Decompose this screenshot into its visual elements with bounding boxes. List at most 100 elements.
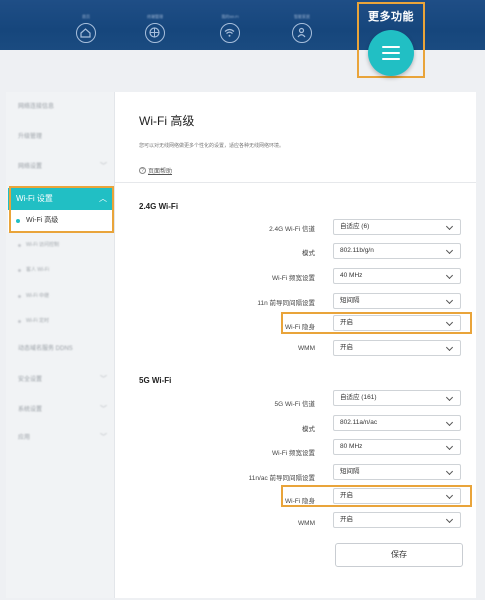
dot-icon: [18, 295, 21, 298]
chevron-down-icon: ﹀: [100, 406, 107, 413]
nav-item-wifi[interactable]: 我的Wi-Fi: [200, 0, 260, 50]
more-functions-button[interactable]: 更多功能: [357, 2, 425, 78]
sidebar-item-label: 应用: [18, 435, 31, 441]
nav-label: 我的Wi-Fi: [221, 14, 239, 19]
page-description: 您可以对无线网络做更多个性化的设置，适应各种无线网络环境。: [139, 143, 285, 149]
sidebar-item-label: 客人 Wi-Fi: [26, 267, 50, 273]
select-24g-guard-interval[interactable]: 短间隔: [333, 293, 461, 309]
chevron-down-icon: [445, 515, 454, 524]
help-icon: ?: [139, 167, 146, 174]
sidebar-item-connection-info[interactable]: 网络连接信息: [6, 94, 115, 120]
home-icon: [76, 23, 96, 43]
help-link-text: 页面帮助: [148, 169, 173, 175]
sidebar-item-security[interactable]: 安全设置 ﹀: [6, 367, 115, 393]
chevron-down-icon: [445, 491, 454, 500]
select-value: 80 MHz: [340, 443, 363, 450]
label-24g-guard-interval: 11n 前导同间隔设置: [257, 300, 315, 307]
chevron-down-icon: ﹀: [100, 434, 107, 441]
chevron-down-icon: ﹀: [100, 163, 107, 170]
label-24g-hidden: Wi-Fi 隐身: [285, 324, 315, 331]
dot-icon: [18, 320, 21, 323]
nav-item-home[interactable]: 首页: [56, 0, 116, 50]
select-value: 40 MHz: [340, 272, 363, 279]
sidebar-item-label: 网络连接信息: [18, 104, 55, 110]
dot-icon: [18, 244, 21, 247]
label-5g-bandwidth: Wi-Fi 频宽设置: [272, 450, 315, 457]
section-title-5g: 5G Wi-Fi: [139, 376, 172, 385]
chevron-down-icon: [445, 271, 454, 280]
chevron-down-icon: [445, 418, 454, 427]
select-value: 自适应 (161): [340, 394, 377, 401]
select-value: 802.11b/g/n: [340, 247, 374, 254]
chevron-down-icon: [445, 442, 454, 451]
sidebar-item-label: Wi-Fi 访问控制: [26, 242, 60, 248]
select-5g-wmm[interactable]: 开启: [333, 512, 461, 528]
label-5g-guard-interval: 11n/ac 前导同间隔设置: [248, 475, 315, 482]
sidebar-item-label: Wi-Fi 定时: [26, 318, 50, 324]
select-value: 开启: [340, 516, 353, 523]
sidebar-item-label: 动态域名服务 DDNS: [18, 346, 73, 352]
sidebar-subitem-access-control[interactable]: Wi-Fi 访问控制: [8, 234, 113, 256]
divider: [115, 182, 476, 183]
select-24g-bandwidth[interactable]: 40 MHz: [333, 268, 461, 284]
select-5g-bandwidth[interactable]: 80 MHz: [333, 439, 461, 455]
nav-label: 首页: [82, 14, 90, 19]
label-5g-mode: 模式: [302, 426, 315, 433]
nav-item-smart-home[interactable]: 智能家居: [272, 0, 332, 50]
chevron-down-icon: [445, 296, 454, 305]
label-24g-bandwidth: Wi-Fi 频宽设置: [272, 275, 315, 282]
select-24g-mode[interactable]: 802.11b/g/n: [333, 243, 461, 259]
select-24g-wmm[interactable]: 开启: [333, 340, 461, 356]
select-5g-guard-interval[interactable]: 短间隔: [333, 464, 461, 480]
wifi-icon: [220, 23, 240, 43]
chevron-down-icon: ﹀: [100, 376, 107, 383]
sidebar-item-system[interactable]: 系统设置 ﹀: [6, 397, 115, 423]
sidebar-item-ddns[interactable]: 动态域名服务 DDNS: [6, 336, 115, 362]
sidebar-subitem-guest-wifi[interactable]: 客人 Wi-Fi: [8, 259, 113, 281]
label-5g-channel: 5G Wi-Fi 信道: [274, 401, 315, 408]
sidebar-item-apps[interactable]: 应用 ﹀: [6, 425, 115, 451]
select-5g-hidden[interactable]: 开启: [333, 488, 461, 504]
nav-label: 智能家居: [294, 14, 310, 19]
content-area: Wi-Fi 高级 您可以对无线网络做更多个性化的设置，适应各种无线网络环境。 ?…: [115, 92, 476, 598]
sidebar-item-label: 安全设置: [18, 377, 43, 383]
page-help-link[interactable]: ? 页面帮助: [139, 166, 172, 175]
sidebar-item-label: 系统设置: [18, 407, 43, 413]
label-24g-wmm: WMM: [298, 345, 315, 352]
sidebar-item-label: Wi-Fi 中继: [26, 293, 50, 299]
select-value: 开启: [340, 492, 353, 499]
user-icon: [292, 23, 312, 43]
select-5g-channel[interactable]: 自适应 (161): [333, 390, 461, 406]
chevron-down-icon: [445, 343, 454, 352]
chevron-down-icon: [445, 467, 454, 476]
menu-icon[interactable]: [368, 30, 414, 76]
select-value: 开启: [340, 319, 353, 326]
more-functions-label: 更多功能: [368, 11, 414, 23]
nav-item-devices[interactable]: 终端管理: [125, 0, 185, 50]
select-24g-hidden[interactable]: 开启: [333, 315, 461, 331]
select-5g-mode[interactable]: 802.11a/n/ac: [333, 415, 461, 431]
highlight-box: [9, 186, 114, 233]
chevron-down-icon: [445, 318, 454, 327]
select-24g-channel[interactable]: 自适应 (6): [333, 219, 461, 235]
save-button[interactable]: 保存: [335, 543, 463, 567]
select-value: 自适应 (6): [340, 223, 370, 230]
section-title-24g: 2.4G Wi-Fi: [139, 202, 179, 211]
sidebar-item-label: 升级管理: [18, 134, 43, 140]
sidebar-item-network-settings[interactable]: 网络设置 ﹀: [6, 154, 115, 180]
sidebar-item-upgrade[interactable]: 升级管理: [6, 124, 115, 150]
label-24g-channel: 2.4G Wi-Fi 信道: [269, 226, 315, 233]
sidebar-item-label: 网络设置: [18, 164, 43, 170]
chevron-down-icon: [445, 393, 454, 402]
globe-icon: [145, 23, 165, 43]
sidebar: 网络连接信息 升级管理 网络设置 ﹀ Wi-Fi 设置 ︿ Wi-Fi 高级 Wi…: [6, 92, 115, 598]
nav-label: 终端管理: [147, 14, 163, 19]
top-navigation: 首页 终端管理 我的Wi-Fi 智能家居 更多功能: [0, 0, 485, 78]
sidebar-subitem-wifi-relay[interactable]: Wi-Fi 中继: [8, 285, 113, 307]
chevron-down-icon: [445, 222, 454, 231]
select-value: 短间隔: [340, 468, 360, 475]
label-5g-hidden: Wi-Fi 隐身: [285, 498, 315, 505]
dot-icon: [18, 269, 21, 272]
chevron-down-icon: [445, 246, 454, 255]
sidebar-subitem-wifi-timer[interactable]: Wi-Fi 定时: [8, 310, 113, 332]
